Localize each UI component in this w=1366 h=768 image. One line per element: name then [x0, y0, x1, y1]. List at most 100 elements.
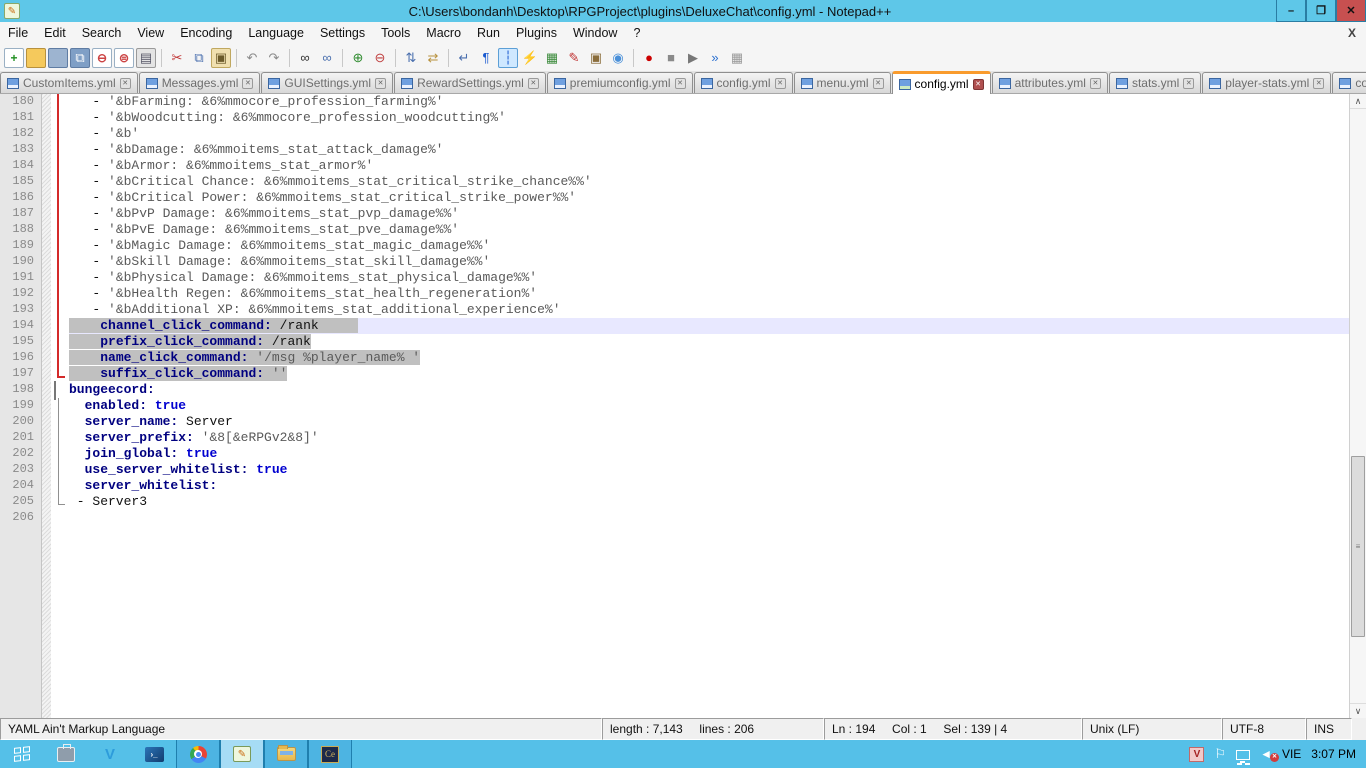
- menu-item-language[interactable]: Language: [240, 24, 312, 42]
- menu-item-window[interactable]: Window: [565, 24, 625, 42]
- action-center-flag-icon[interactable]: ⚐: [1214, 746, 1226, 762]
- tab-menu-yml[interactable]: menu.yml✕: [794, 72, 891, 93]
- stop-macro-icon[interactable]: ■: [661, 48, 681, 68]
- start-button[interactable]: [0, 740, 44, 768]
- tab-close-icon[interactable]: ✕: [973, 79, 984, 90]
- vertical-scrollbar[interactable]: ∧ ≡ ∨: [1349, 94, 1366, 718]
- scroll-down-arrow[interactable]: ∨: [1350, 703, 1366, 718]
- code-line-205[interactable]: - Server3: [69, 494, 1349, 510]
- code-line-193[interactable]: - '&bAdditional XP: &6%mmoitems_stat_add…: [69, 302, 1349, 318]
- powershell-taskbar-button[interactable]: ›_: [132, 740, 176, 768]
- code-line-184[interactable]: - '&bArmor: &6%mmoitems_stat_armor%': [69, 158, 1349, 174]
- sync-horizontal-scroll-icon[interactable]: ⇄: [423, 48, 443, 68]
- record-macro-icon[interactable]: ●: [639, 48, 659, 68]
- tab-player-stats-yml[interactable]: player-stats.yml✕: [1202, 72, 1331, 93]
- scroll-up-arrow[interactable]: ∧: [1350, 94, 1366, 109]
- menu-item-tools[interactable]: Tools: [373, 24, 418, 42]
- folder-as-workspace-icon[interactable]: ▣: [586, 48, 606, 68]
- fold-margin[interactable]: [51, 94, 66, 718]
- antivirus-v-tray-icon[interactable]: V: [1189, 747, 1204, 762]
- tab-close-icon[interactable]: ✕: [120, 78, 131, 89]
- code-line-204[interactable]: server_whitelist:: [69, 478, 1349, 494]
- menu-item-view[interactable]: View: [129, 24, 172, 42]
- tab-rewardsettings-yml[interactable]: RewardSettings.yml✕: [394, 72, 546, 93]
- code-line-188[interactable]: - '&bPvE Damage: &6%mmoitems_stat_pve_da…: [69, 222, 1349, 238]
- menu-item-search[interactable]: Search: [74, 24, 130, 42]
- save-icon[interactable]: [48, 48, 68, 68]
- code-line-181[interactable]: - '&bWoodcutting: &6%mmocore_profession_…: [69, 110, 1349, 126]
- tab-close-icon[interactable]: ✕: [1090, 78, 1101, 89]
- menu-item-settings[interactable]: Settings: [312, 24, 373, 42]
- tab-close-icon[interactable]: ✕: [775, 78, 786, 89]
- cut-icon[interactable]: ✂: [167, 48, 187, 68]
- tab-guisettings-yml[interactable]: GUISettings.yml✕: [261, 72, 393, 93]
- code-line-190[interactable]: - '&bSkill Damage: &6%mmoitems_stat_skil…: [69, 254, 1349, 270]
- new-file-icon[interactable]: +: [4, 48, 24, 68]
- tab-config-yml[interactable]: config.yml✕: [694, 72, 793, 93]
- code-area[interactable]: - '&bFarming: &6%mmocore_profession_farm…: [66, 94, 1349, 718]
- bookmark-margin[interactable]: [42, 94, 51, 718]
- code-line-199[interactable]: enabled: true: [69, 398, 1349, 414]
- restore-button[interactable]: ❐: [1306, 0, 1336, 22]
- code-line-194[interactable]: channel_click_command: /rank: [69, 318, 1349, 334]
- run-macro-multiple-icon[interactable]: »: [705, 48, 725, 68]
- show-all-characters-icon[interactable]: ¶: [476, 48, 496, 68]
- tab-close-icon[interactable]: ✕: [528, 78, 539, 89]
- tab-close-icon[interactable]: ✕: [873, 78, 884, 89]
- menu-item-plugins[interactable]: Plugins: [508, 24, 565, 42]
- status-encoding[interactable]: UTF-8: [1222, 718, 1306, 740]
- code-line-198[interactable]: bungeecord:: [69, 382, 1349, 398]
- ce-app-taskbar-button[interactable]: Ce: [308, 740, 352, 768]
- undo-icon[interactable]: ↶: [242, 48, 262, 68]
- save-macro-icon[interactable]: ▦: [727, 48, 747, 68]
- code-line-187[interactable]: - '&bPvP Damage: &6%mmoitems_stat_pvp_da…: [69, 206, 1349, 222]
- tab-config-yml-active[interactable]: config.yml✕: [892, 71, 991, 94]
- code-line-183[interactable]: - '&bDamage: &6%mmoitems_stat_attack_dam…: [69, 142, 1349, 158]
- network-icon[interactable]: [1236, 750, 1250, 760]
- save-all-icon[interactable]: ⧉: [70, 48, 90, 68]
- zoom-out-icon[interactable]: ⊖: [370, 48, 390, 68]
- open-file-icon[interactable]: [26, 48, 46, 68]
- scrollbar-thumb[interactable]: ≡: [1351, 456, 1365, 637]
- indent-guide-icon[interactable]: ┆: [498, 48, 518, 68]
- document-list-icon[interactable]: ✎: [564, 48, 584, 68]
- word-wrap-icon[interactable]: ↵: [454, 48, 474, 68]
- code-line-185[interactable]: - '&bCritical Chance: &6%mmoitems_stat_c…: [69, 174, 1349, 190]
- menu-item-run[interactable]: Run: [469, 24, 508, 42]
- code-line-203[interactable]: use_server_whitelist: true: [69, 462, 1349, 478]
- tab-close-icon[interactable]: ✕: [1183, 78, 1194, 89]
- code-line-180[interactable]: - '&bFarming: &6%mmocore_profession_farm…: [69, 94, 1349, 110]
- sync-vertical-scroll-icon[interactable]: ⇅: [401, 48, 421, 68]
- tab-premiumconfig-yml[interactable]: premiumconfig.yml✕: [547, 72, 693, 93]
- menu-item-file[interactable]: File: [0, 24, 36, 42]
- play-macro-icon[interactable]: ▶: [683, 48, 703, 68]
- document-map-icon[interactable]: ▦: [542, 48, 562, 68]
- volume-muted-icon[interactable]: ◄✕: [1260, 747, 1272, 761]
- code-line-201[interactable]: server_prefix: '&8[&eRPGv2&8]': [69, 430, 1349, 446]
- server-manager-taskbar-button[interactable]: [44, 740, 88, 768]
- fold-collapse-icon[interactable]: [51, 382, 66, 398]
- print-icon[interactable]: ▤: [136, 48, 156, 68]
- code-line-195[interactable]: prefix_click_command: /rank: [69, 334, 1349, 350]
- shortcut-mapper-icon[interactable]: ⚡: [520, 48, 540, 68]
- menu-item-[interactable]: ?: [625, 24, 648, 42]
- find-icon[interactable]: ∞: [295, 48, 315, 68]
- code-line-200[interactable]: server_name: Server: [69, 414, 1349, 430]
- minimize-button[interactable]: –: [1276, 0, 1306, 22]
- code-line-192[interactable]: - '&bHealth Regen: &6%mmoitems_stat_heal…: [69, 286, 1349, 302]
- tab-customitems-yml[interactable]: CustomItems.yml✕: [0, 72, 138, 93]
- close-button[interactable]: ✕: [1336, 0, 1366, 22]
- file-explorer-taskbar-button[interactable]: [264, 740, 308, 768]
- chrome-taskbar-button[interactable]: [176, 740, 220, 768]
- tab-close-icon[interactable]: ✕: [1313, 78, 1324, 89]
- notepad-plus-plus-taskbar-button[interactable]: ✎: [220, 740, 264, 768]
- code-line-182[interactable]: - '&b': [69, 126, 1349, 142]
- redo-icon[interactable]: ↷: [264, 48, 284, 68]
- code-line-202[interactable]: join_global: true: [69, 446, 1349, 462]
- menu-item-encoding[interactable]: Encoding: [172, 24, 240, 42]
- tab-close-icon[interactable]: ✕: [675, 78, 686, 89]
- tab-close-icon[interactable]: ✕: [242, 78, 253, 89]
- tab-attributes-yml[interactable]: attributes.yml✕: [992, 72, 1108, 93]
- code-line-186[interactable]: - '&bCritical Power: &6%mmoitems_stat_cr…: [69, 190, 1349, 206]
- vscode-taskbar-button[interactable]: V: [88, 740, 132, 768]
